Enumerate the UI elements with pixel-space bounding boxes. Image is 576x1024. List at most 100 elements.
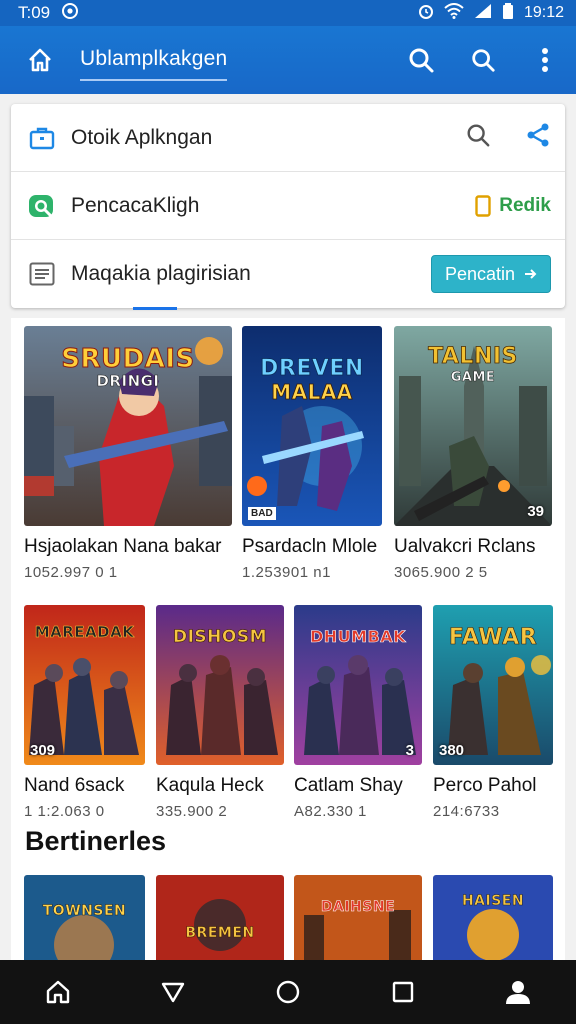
- app-title: Ublamplkakgen: [80, 47, 228, 81]
- search-icon: [472, 49, 495, 72]
- game-thumbnail: DHUMBAK 3: [294, 605, 422, 765]
- status-bar: T:09 19:12: [0, 0, 576, 26]
- game-logo: DHUMBAK: [309, 627, 407, 647]
- person-icon: [506, 981, 531, 1004]
- game-logo: BREMEN: [185, 925, 255, 942]
- game-logo: TALNIS: [428, 344, 518, 370]
- briefcase-icon: [27, 123, 57, 153]
- search-button-secondary[interactable]: [452, 26, 514, 94]
- game-card[interactable]: DISHOSM Kaqula Heck 335.900 2: [156, 605, 284, 820]
- game-name: Kaqula Heck: [156, 775, 264, 796]
- game-logo: DAIHSNE: [320, 899, 396, 916]
- nav-home-button[interactable]: [28, 962, 88, 1022]
- system-nav-bar: [0, 960, 576, 1024]
- game-logo: FAWAR: [448, 625, 538, 651]
- search-icon[interactable]: [465, 122, 491, 153]
- redik-label: Redik: [499, 194, 551, 216]
- nav-back-button[interactable]: [143, 962, 203, 1022]
- search-button[interactable]: [390, 26, 452, 94]
- game-thumbnail: FAWAR 380: [433, 605, 553, 765]
- game-name: Hsjaolakan Nana bakar: [24, 536, 222, 557]
- game-name: Psardacln Mlole: [242, 536, 378, 557]
- game-card[interactable]: SRUDAIS DRINGI Hsjaolakan Nana bakar 105…: [24, 326, 232, 581]
- game-badge: 309: [30, 742, 56, 759]
- game-thumbnail: TALNIS GAME 39: [394, 326, 552, 526]
- game-badge: 39: [527, 503, 544, 520]
- menu-row-learning[interactable]: Maqakia plagirisian Pencatin: [11, 240, 565, 310]
- circle-icon: [276, 980, 300, 1004]
- signal-icon: [474, 3, 492, 24]
- game-logo-sub: GAME: [450, 370, 496, 386]
- game-card[interactable]: BREMEN: [156, 875, 284, 960]
- game-thumbnail: MAREADAK 309: [24, 605, 145, 765]
- game-badge: BAD: [248, 507, 276, 520]
- game-meta: 3065.900 2 5: [394, 564, 488, 581]
- menu-row-search[interactable]: PencacaKligh Redik: [11, 172, 565, 240]
- game-logo: MAREADAK: [34, 623, 135, 642]
- game-name: Ualvakcri Rclans: [394, 536, 536, 557]
- game-logo: TOWNSEN: [42, 903, 127, 920]
- game-logo: DREVEN: [260, 356, 364, 382]
- phone-icon: [475, 194, 491, 217]
- list-icon: [27, 259, 57, 289]
- overflow-menu-button[interactable]: [514, 26, 576, 94]
- game-name: Perco Pahol: [433, 775, 537, 796]
- game-meta: 1 1:2.063 0: [24, 803, 105, 820]
- game-thumbnail: TOWNSEN: [24, 875, 145, 960]
- game-logo-sub: MALAA: [271, 380, 353, 405]
- game-badge: 3: [405, 742, 414, 759]
- square-icon: [392, 981, 414, 1003]
- game-name: Catlam Shay: [294, 775, 403, 796]
- menu-row-apps[interactable]: Otoik Aplkngan: [11, 104, 565, 172]
- game-thumbnail: DISHOSM: [156, 605, 284, 765]
- nav-home-circle-button[interactable]: [258, 962, 318, 1022]
- game-name: Nand 6sack: [24, 775, 125, 796]
- game-card[interactable]: DREVEN MALAA BAD Psardacln Mlole 1.25390…: [242, 326, 382, 581]
- more-vertical-icon: [542, 48, 548, 72]
- search-icon: [409, 48, 434, 73]
- status-time-left: T:09: [18, 3, 51, 22]
- menu-row-apps-label: Otoik Aplkngan: [71, 125, 213, 149]
- alarm-icon: [418, 3, 434, 24]
- games-grid: SRUDAIS DRINGI Hsjaolakan Nana bakar 105…: [11, 318, 565, 960]
- pencatin-button[interactable]: Pencatin: [431, 255, 551, 293]
- arrow-right-icon: [525, 269, 537, 279]
- game-card[interactable]: DAIHSNE: [294, 875, 422, 960]
- game-meta: 335.900 2: [156, 803, 228, 820]
- game-thumbnail: BREMEN: [156, 875, 284, 960]
- game-card[interactable]: HAISEN: [433, 875, 553, 960]
- game-badge: 380: [439, 742, 465, 759]
- game-card[interactable]: DHUMBAK 3 Catlam Shay A82.330 1: [294, 605, 422, 820]
- game-logo-sub: DRINGI: [96, 372, 160, 391]
- tab-indicator: [133, 307, 177, 310]
- game-card[interactable]: FAWAR 380 Perco Pahol 214:6733: [433, 605, 553, 820]
- game-meta: 1052.997 0 1: [24, 564, 118, 581]
- status-time-right: 19:12: [523, 4, 564, 21]
- game-logo: DISHOSM: [172, 627, 268, 648]
- share-icon[interactable]: [525, 122, 551, 153]
- section-title: Bertinerles: [25, 826, 167, 856]
- home-icon: [46, 980, 69, 1004]
- nav-profile-button[interactable]: [488, 962, 548, 1022]
- menu-row-search-label: PencacaKligh: [71, 193, 200, 217]
- battery-icon: [502, 2, 514, 24]
- game-meta: 1.253901 n1: [242, 564, 331, 581]
- game-thumbnail: DREVEN MALAA BAD: [242, 326, 382, 526]
- back-triangle-icon: [161, 982, 184, 1003]
- search-app-icon: [27, 191, 57, 221]
- home-icon: [29, 48, 51, 72]
- game-thumbnail: HAISEN: [433, 875, 553, 960]
- redik-link[interactable]: Redik: [475, 195, 551, 217]
- game-card[interactable]: MAREADAK 309 Nand 6sack 1 1:2.063 0: [24, 605, 145, 820]
- notification-icon: [62, 2, 79, 24]
- menu-card: Otoik Aplkngan PencacaKligh Redik Maqaki…: [11, 104, 565, 310]
- game-thumbnail: SRUDAIS DRINGI: [24, 326, 232, 526]
- home-button[interactable]: [0, 26, 80, 94]
- game-meta: 214:6733: [433, 803, 500, 820]
- game-logo: SRUDAIS: [61, 344, 195, 375]
- nav-recents-button[interactable]: [373, 962, 433, 1022]
- game-card[interactable]: TOWNSEN: [24, 875, 145, 960]
- game-logo: HAISEN: [461, 893, 525, 910]
- pencatin-label: Pencatin: [444, 263, 516, 284]
- game-card[interactable]: TALNIS GAME 39 Ualvakcri Rclans 3065.900…: [394, 326, 552, 581]
